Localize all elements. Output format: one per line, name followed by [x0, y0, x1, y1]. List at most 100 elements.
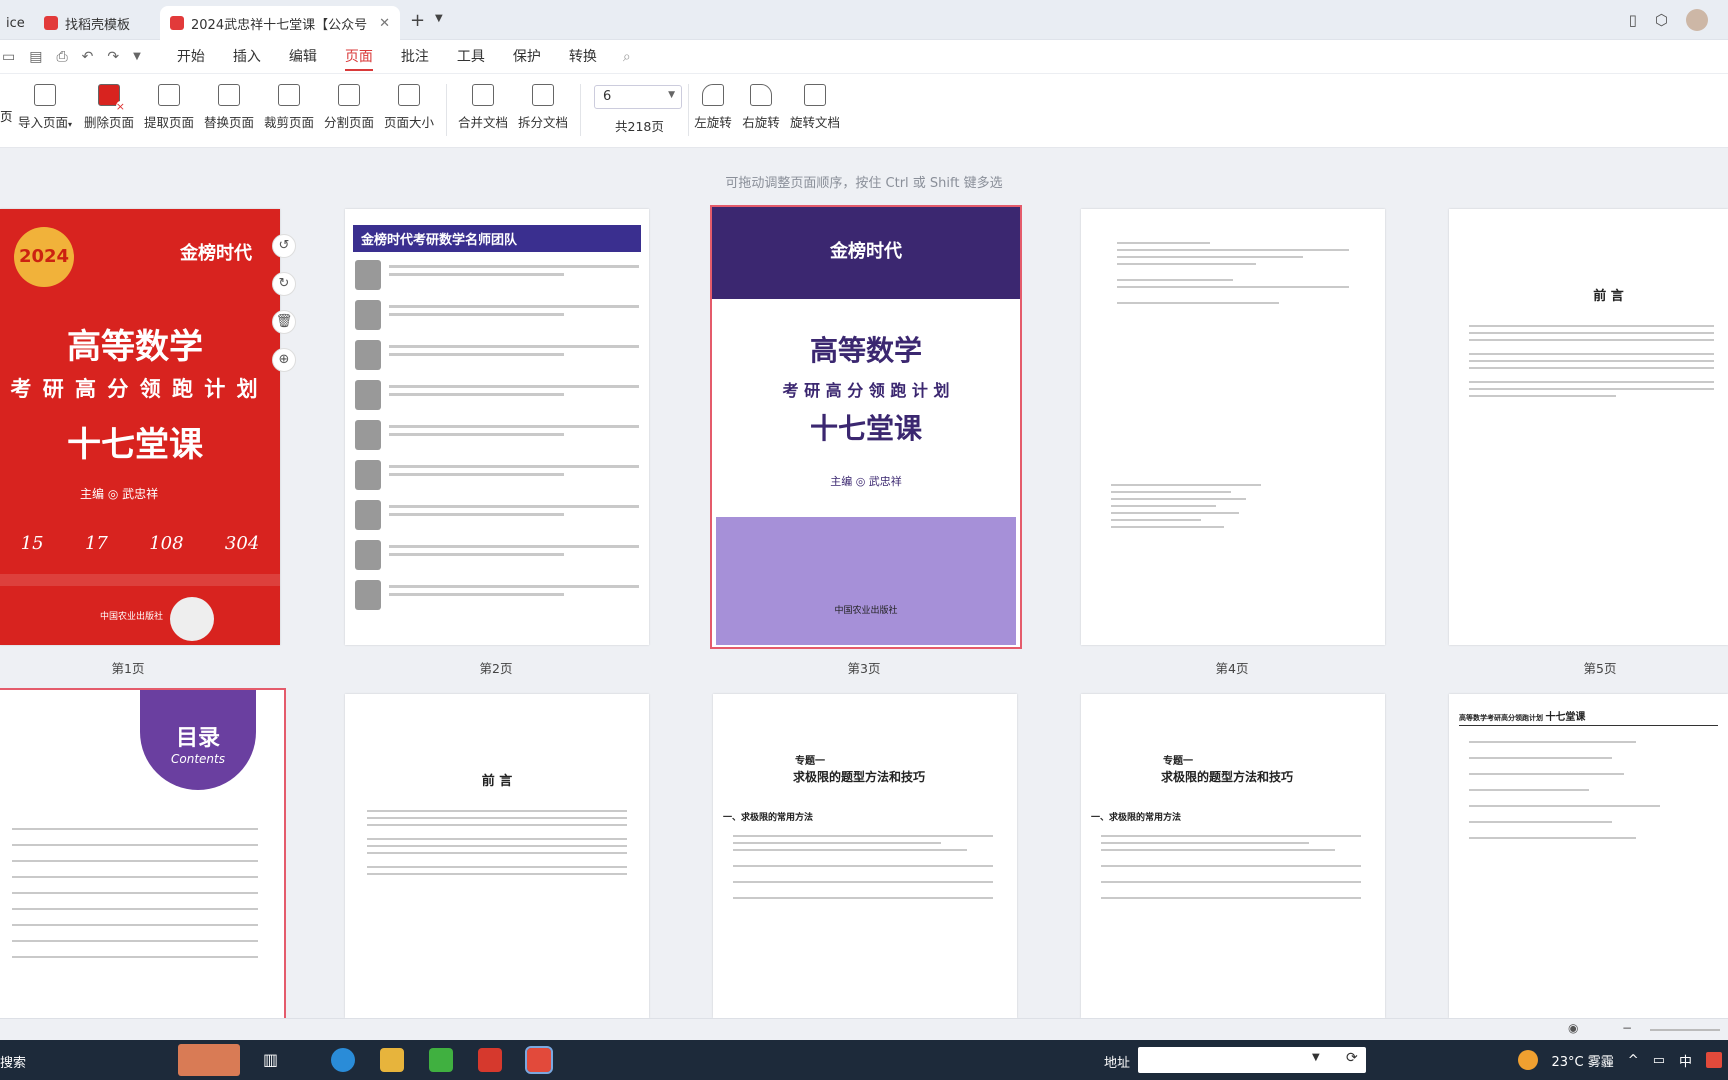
save-icon[interactable]: ▤ [29, 49, 42, 65]
page-header: 高等数学考研高分领跑计划 十七堂课 [1459, 708, 1718, 726]
menu-insert[interactable]: 插入 [219, 40, 275, 74]
pdf-app-icon[interactable] [525, 1046, 553, 1074]
chevron-down-icon[interactable]: ▼ [1312, 1052, 1320, 1063]
app-tray-icon[interactable] [1706, 1052, 1722, 1068]
crop-page-button[interactable]: 裁剪页面 [264, 84, 314, 131]
page-number-value: 6 [603, 89, 612, 104]
cube-icon[interactable]: ⬡ [1655, 11, 1668, 29]
ime-indicator[interactable]: 中 [1679, 1051, 1692, 1070]
page-thumbnail-3[interactable]: 金榜时代 高等数学 考 研 高 分 领 跑 计 划 十七堂课 主编 ◎ 武忠祥 … [710, 205, 1022, 649]
eye-icon[interactable]: ◉ [1568, 1021, 1578, 1035]
button-label: 替换页面 [204, 115, 255, 130]
print-icon[interactable]: ⎙ [56, 49, 67, 65]
redo-icon[interactable]: ↷ [107, 49, 119, 65]
search-decoration [178, 1044, 240, 1076]
page-thumbnail-10[interactable]: 高等数学考研高分领跑计划 十七堂课 [1449, 694, 1728, 1018]
page-thumbnail-8[interactable]: 专题一 求极限的题型方法和技巧 一、求极限的常用方法 [713, 694, 1017, 1018]
chevron-up-icon[interactable]: ^ [1628, 1053, 1639, 1068]
weather-text[interactable]: 23°C 雾霾 [1552, 1051, 1614, 1070]
preface-title: 前 言 [481, 774, 513, 789]
cover-title: 高等数学 [67, 327, 203, 367]
page-toolbar: 页 导入页面▾ 删除页面 提取页面 替换页面 裁剪页面 分割页面 页面大小 合并… [0, 74, 1728, 148]
extract-page-button[interactable]: 提取页面 [144, 84, 194, 131]
tab-document[interactable]: 2024武忠祥十七堂课【公众号 ✕ [160, 6, 400, 40]
header-sub: 十七堂课 [1545, 712, 1586, 723]
avatar[interactable] [1686, 9, 1708, 31]
topic-title: 求极限的题型方法和技巧 [1161, 770, 1294, 784]
chevron-down-icon[interactable]: ▼ [133, 51, 141, 62]
split-doc-button[interactable]: 拆分文档 [518, 84, 568, 131]
chevron-down-icon: ▼ [668, 90, 675, 100]
delete-page-button[interactable]: 删除页面 [84, 84, 134, 131]
page-thumbnail-6[interactable]: 目录 Contents [0, 688, 286, 1020]
tab-label: ice [6, 15, 25, 31]
button-label: 导入页面 [17, 115, 68, 130]
page-side-tools: ↺ ↻ 🗑 ⊕ [272, 234, 296, 372]
page3-title: 高等数学 [809, 334, 922, 367]
taskbar-search[interactable]: 搜索 [0, 1052, 26, 1071]
search-icon[interactable]: ⌕ [623, 49, 631, 65]
button-label: 左旋转 [694, 115, 732, 130]
brand-logo: 金榜时代 [180, 243, 252, 264]
team-list [345, 252, 649, 618]
page-number-select[interactable]: 6 ▼ [594, 85, 682, 109]
tab-template[interactable]: 找稻壳模板 [34, 6, 140, 40]
divider [580, 84, 581, 136]
cover-subtitle: 考 研 高 分 领 跑 计 划 [10, 377, 260, 401]
page-thumbnail-7[interactable]: 前 言 [345, 694, 649, 1018]
app-icon[interactable] [429, 1048, 453, 1072]
address-input[interactable] [1138, 1047, 1366, 1073]
zoom-in-icon[interactable]: ⊕ [272, 348, 296, 372]
tab-ice[interactable]: ice [0, 6, 35, 40]
edge-icon[interactable] [331, 1048, 355, 1072]
menu-annotate[interactable]: 批注 [387, 40, 443, 74]
page-thumbnail-5[interactable]: 前 言 [1449, 209, 1728, 645]
rotate-right-icon[interactable]: ↻ [272, 272, 296, 296]
zoom-slider[interactable] [1650, 1029, 1720, 1031]
page-label: 第2页 [479, 661, 513, 676]
menu-convert[interactable]: 转换 [555, 40, 611, 74]
rotate-left-icon[interactable]: ↺ [272, 234, 296, 258]
import-page-button[interactable]: 导入页面▾ [14, 84, 76, 131]
page-thumbnail-4[interactable] [1081, 209, 1385, 645]
truncated-label: 页 [0, 109, 13, 124]
rotate-right-button[interactable]: 右旋转 [738, 84, 784, 131]
trash-icon[interactable]: 🗑 [272, 310, 296, 334]
zoom-out-icon[interactable]: − [1622, 1021, 1632, 1035]
wps-icon[interactable] [478, 1048, 502, 1072]
math-body [1449, 726, 1728, 854]
network-icon[interactable]: ▭ [1653, 1053, 1665, 1068]
new-tab-icon[interactable]: + [410, 10, 425, 31]
menu-edit[interactable]: 编辑 [275, 40, 331, 74]
replace-page-button[interactable]: 替换页面 [204, 84, 254, 131]
chevron-down-icon[interactable]: ▼ [435, 13, 443, 24]
window-icon[interactable]: ▯ [1629, 11, 1637, 29]
page-thumbnail-1[interactable]: 2024 金榜时代 高等数学 考 研 高 分 领 跑 计 划 十七堂课 主编 ◎… [0, 209, 280, 645]
page-thumbnail-9[interactable]: 专题一 求极限的题型方法和技巧 一、求极限的常用方法 [1081, 694, 1385, 1018]
topic-section: 一、求极限的常用方法 [723, 813, 814, 823]
undo-icon[interactable]: ↶ [82, 49, 94, 65]
page3-course: 十七堂课 [809, 412, 922, 445]
topic-section: 一、求极限的常用方法 [1091, 813, 1182, 823]
refresh-icon[interactable]: ⟳ [1346, 1050, 1358, 1066]
merge-doc-button[interactable]: 合并文档 [458, 84, 508, 131]
split-page-button[interactable]: 分割页面 [324, 84, 374, 131]
split-icon [338, 84, 360, 106]
explorer-icon[interactable] [380, 1048, 404, 1072]
close-icon[interactable]: ✕ [379, 16, 390, 31]
button-label: 分割页面 [324, 115, 375, 130]
menu-tools[interactable]: 工具 [443, 40, 499, 74]
button-label: 拆分文档 [518, 115, 569, 130]
page-label: 第3页 [847, 661, 881, 676]
rotate-doc-button[interactable]: 旋转文档 [788, 84, 842, 131]
import-icon [34, 84, 56, 106]
page-size-button[interactable]: 页面大小 [384, 84, 434, 131]
folder-icon[interactable]: ▭ [2, 49, 15, 65]
menu-protect[interactable]: 保护 [499, 40, 555, 74]
page3-author: 主编 ◎ 武忠祥 [830, 475, 902, 488]
page-thumbnail-2[interactable]: 金榜时代考研数学名师团队 [345, 209, 649, 645]
rotate-left-button[interactable]: 左旋转 [690, 84, 736, 131]
menu-start[interactable]: 开始 [163, 40, 219, 74]
menu-page[interactable]: 页面 [331, 40, 387, 74]
task-view-icon[interactable]: ▥ [263, 1050, 278, 1069]
